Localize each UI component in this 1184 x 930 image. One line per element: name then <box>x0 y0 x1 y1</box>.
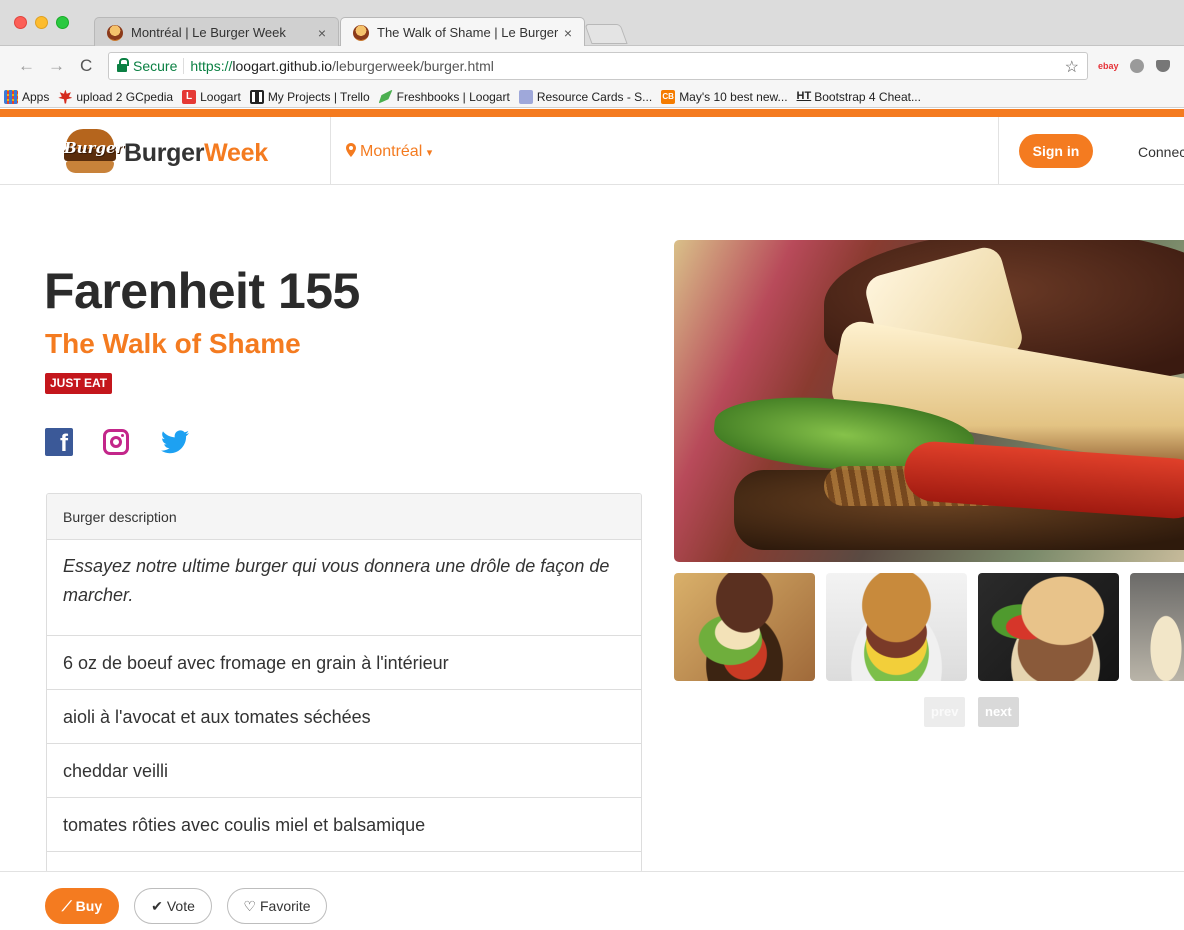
back-arrow-icon[interactable]: ← <box>18 56 35 76</box>
ingredient-item: oignons caramélisés... <box>47 852 641 872</box>
city-label: Montréal <box>360 143 423 160</box>
accent-stripe <box>0 109 1184 117</box>
buy-label: Buy <box>75 898 103 914</box>
url-host: loogart.github.io <box>232 58 333 74</box>
sign-in-button[interactable]: Sign in <box>1019 134 1093 168</box>
bookmarks-bar: Apps upload 2 GCpedia L Loogart My Projec… <box>0 86 1184 108</box>
bookmark-label: upload 2 GCpedia <box>76 89 174 104</box>
ingredient-item: cheddar veilli <box>47 744 641 798</box>
bookmark-label: Resource Cards - S... <box>536 89 653 104</box>
buy-button[interactable]: ⟋ Buy <box>45 888 119 924</box>
bookmark-label: Bootstrap 4 Cheat... <box>814 89 921 104</box>
url-text[interactable]: https://loogart.github.io/leburgerweek/b… <box>184 58 494 74</box>
url-scheme: https:// <box>190 58 233 74</box>
site-header: Burger BurgerWeek Montréal ▾ Sign in Con… <box>0 117 1184 185</box>
close-window-button[interactable] <box>14 16 27 29</box>
apps-grid-icon <box>4 89 18 104</box>
brand-name[interactable]: BurgerWeek <box>124 139 268 168</box>
bookmark-best-new[interactable]: CB May's 10 best new... <box>661 89 788 104</box>
minimize-window-button[interactable] <box>35 16 48 29</box>
map-pin-icon <box>346 143 356 157</box>
tab-walk-of-shame[interactable]: The Walk of Shame | Le Burger × <box>340 17 585 47</box>
gallery-thumbnail-1[interactable] <box>674 573 815 681</box>
gallery-thumbnail-3[interactable] <box>978 573 1119 681</box>
vote-label: Vote <box>166 898 195 914</box>
bookmark-freshbooks[interactable]: Freshbooks | Loogart <box>378 89 510 104</box>
facebook-icon[interactable]: f <box>45 428 73 457</box>
tag-icon: ⟋ <box>61 898 72 914</box>
hero-burger-image <box>674 240 1184 562</box>
url-path: /leburgerweek/burger.html <box>332 58 494 74</box>
twitter-icon[interactable] <box>161 430 189 458</box>
header-divider <box>998 117 999 184</box>
action-bar: ⟋ Buy ✔ Vote ♡ Favorite <box>0 871 1184 930</box>
bookmark-label: My Projects | Trello <box>267 89 370 104</box>
bookmark-apps[interactable]: Apps <box>4 89 50 104</box>
loogart-icon: L <box>182 89 197 104</box>
burger-logo-icon[interactable]: Burger <box>64 129 124 173</box>
bookmark-star-icon[interactable]: ☆ <box>1065 57 1079 77</box>
burger-description-text: Essayez notre ultime burger qui vous don… <box>47 540 641 636</box>
lock-icon <box>117 58 129 72</box>
resource-cards-icon <box>518 89 533 104</box>
city-selector[interactable]: Montréal ▾ <box>346 143 432 161</box>
favorite-button[interactable]: ♡ Favorite <box>227 888 327 924</box>
brand-part-1: Burger <box>124 139 205 167</box>
bookmark-label: Freshbooks | Loogart <box>396 89 510 104</box>
browser-tab-bar: Montréal | Le Burger Week × The Walk of … <box>0 0 1184 47</box>
maple-leaf-icon <box>58 89 73 104</box>
gallery-prev-button[interactable]: prev <box>924 697 966 727</box>
logo-script-text: Burger <box>64 139 124 157</box>
burger-description-card: Burger description Essayez notre ultime … <box>46 493 642 873</box>
tab-close-icon[interactable]: × <box>318 25 326 41</box>
chevron-down-icon: ▾ <box>426 147 433 159</box>
secure-label: Secure <box>133 58 185 74</box>
bookmark-label: May's 10 best new... <box>679 89 788 104</box>
extension-icon[interactable] <box>1130 59 1144 73</box>
bookmark-resource-cards[interactable]: Resource Cards - S... <box>518 89 653 104</box>
just-eat-badge[interactable]: JUST EAT <box>45 373 113 394</box>
forward-arrow-icon[interactable]: → <box>48 56 65 76</box>
bookmark-gcpedia[interactable]: upload 2 GCpedia <box>58 89 174 104</box>
tab-title: The Walk of Shame | Le Burger <box>377 25 558 40</box>
gallery-thumbnail-4[interactable] <box>1130 573 1184 681</box>
instagram-icon[interactable] <box>103 429 129 455</box>
burger-favicon-icon <box>353 24 369 41</box>
burger-favicon-icon <box>107 24 123 41</box>
check-icon: ✔ <box>151 898 163 914</box>
bookmark-trello[interactable]: My Projects | Trello <box>249 89 370 104</box>
maximize-window-button[interactable] <box>56 16 69 29</box>
new-tab-button[interactable] <box>584 24 628 44</box>
card-header: Burger description <box>47 494 641 540</box>
cb-icon: CB <box>661 89 676 104</box>
address-bar[interactable]: Secure https://loogart.github.io/leburge… <box>108 52 1088 80</box>
bookmark-bootstrap[interactable]: HT Bootstrap 4 Cheat... <box>797 90 921 104</box>
tab-title: Montréal | Le Burger Week <box>131 25 286 40</box>
restaurant-title: Farenheit 155 <box>44 263 360 319</box>
trello-icon <box>249 89 264 104</box>
ht-icon: HT <box>796 89 812 102</box>
favorite-label: Favorite <box>259 898 311 914</box>
freshbooks-icon <box>378 89 393 104</box>
tab-montreal[interactable]: Montréal | Le Burger Week × <box>94 17 339 47</box>
tab-close-icon[interactable]: × <box>564 25 572 41</box>
ingredient-item: aioli à l'avocat et aux tomates séchées <box>47 690 641 744</box>
bookmark-label: Loogart <box>200 89 241 104</box>
reload-icon[interactable]: C <box>80 56 92 76</box>
brand-part-2: Week <box>204 139 268 167</box>
ebay-extension-icon[interactable]: ebay <box>1098 61 1119 71</box>
burger-name: The Walk of Shame <box>45 328 301 359</box>
connect-link[interactable]: Connec <box>1138 144 1184 160</box>
pocket-extension-icon[interactable] <box>1156 60 1170 72</box>
header-divider <box>330 117 331 184</box>
gallery-next-button[interactable]: next <box>978 697 1019 727</box>
ingredient-item: 6 oz de boeuf avec fromage en grain à l'… <box>47 636 641 690</box>
bookmark-label: Apps <box>22 89 50 104</box>
gallery-thumbnail-2[interactable] <box>826 573 967 681</box>
browser-toolbar: ← → C Secure https://loogart.github.io/l… <box>0 46 1184 86</box>
bookmark-loogart[interactable]: L Loogart <box>182 89 241 104</box>
vote-button[interactable]: ✔ Vote <box>134 888 212 924</box>
ingredient-item: tomates rôties avec coulis miel et balsa… <box>47 798 641 852</box>
heart-icon: ♡ <box>243 898 256 914</box>
